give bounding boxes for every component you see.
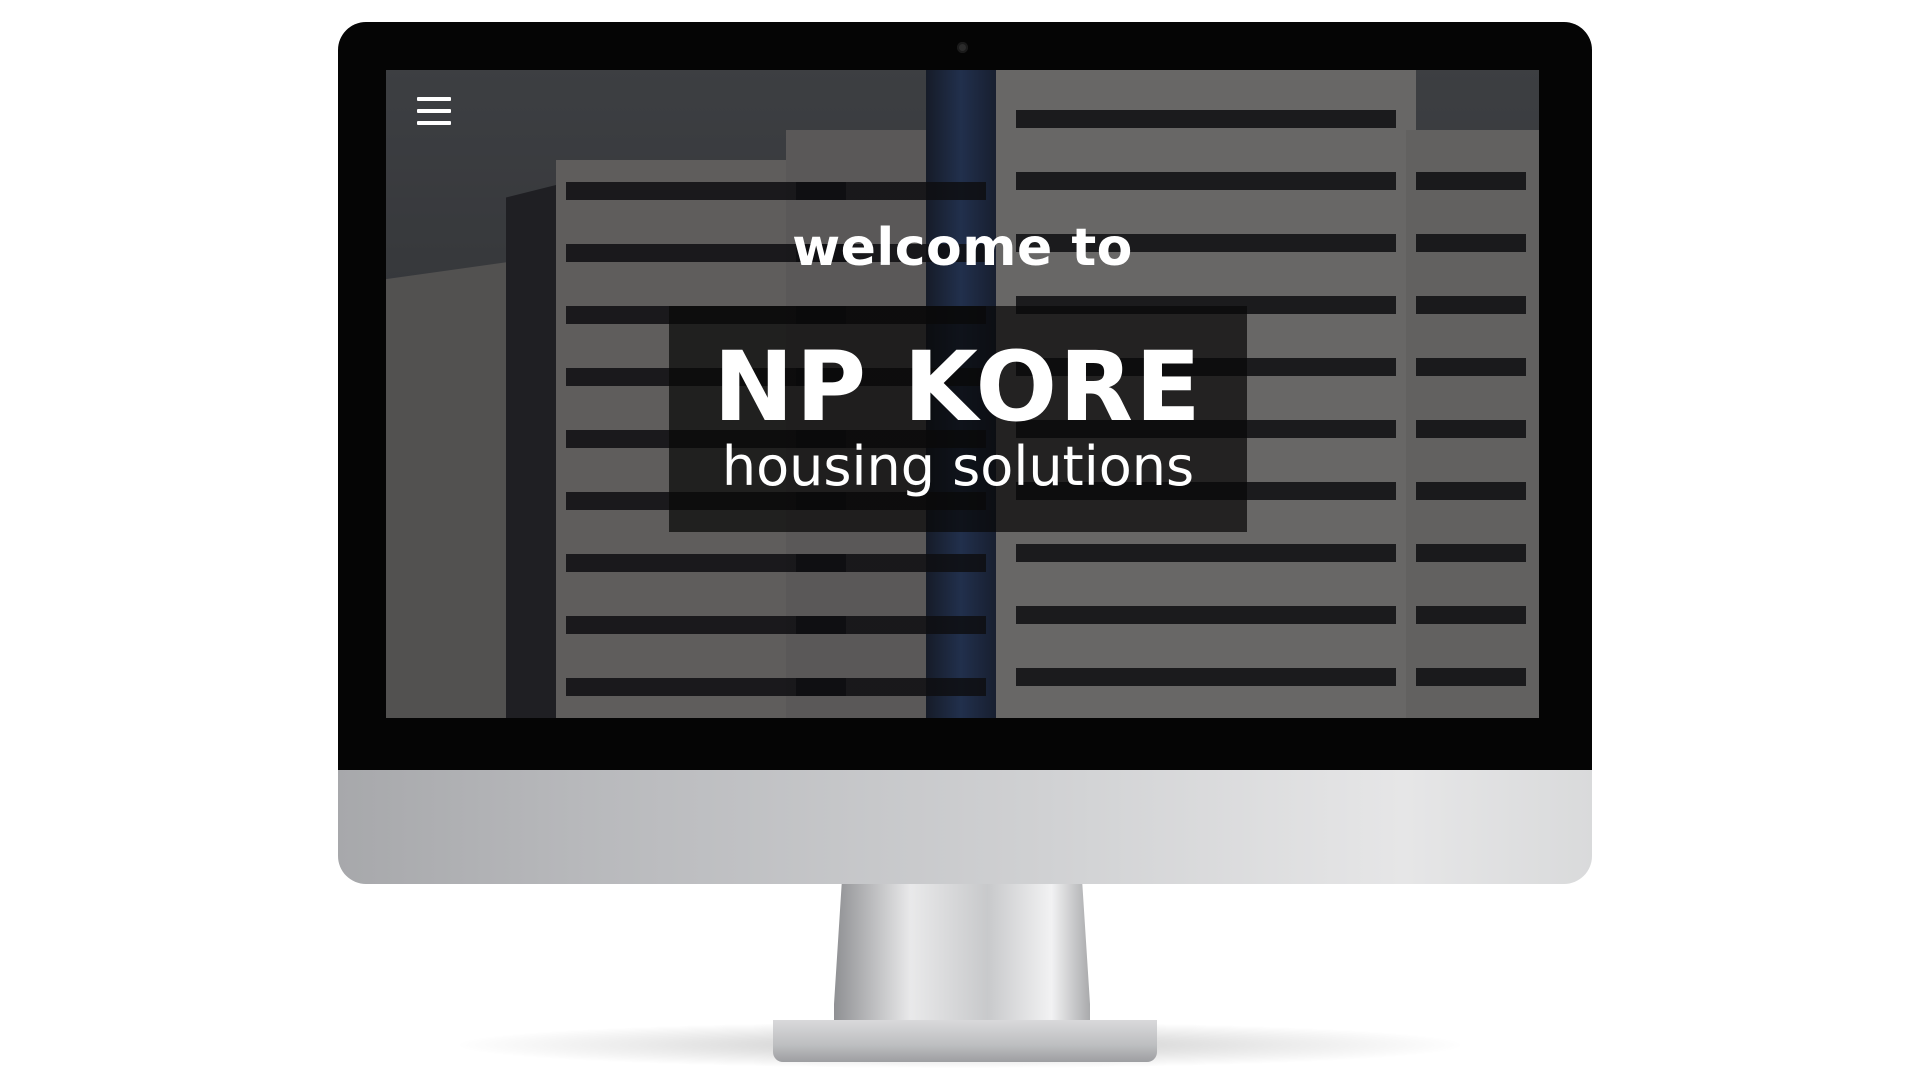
- webcam-icon: [957, 42, 968, 53]
- desktop-monitor-mockup: welcome to NP KORE housing solutions: [0, 0, 1920, 1080]
- monitor-chin: [338, 770, 1592, 884]
- welcome-heading: welcome to: [792, 218, 1133, 278]
- monitor-stand-base: [773, 1020, 1157, 1062]
- brand-title-box: NP KORE housing solutions: [669, 306, 1247, 532]
- hamburger-menu-icon[interactable]: [417, 97, 451, 125]
- website-screen: welcome to NP KORE housing solutions: [386, 70, 1539, 718]
- brand-tagline: housing solutions: [721, 435, 1195, 498]
- monitor-stand-neck: [834, 884, 1090, 1034]
- menu-bar: [417, 121, 451, 125]
- menu-bar: [417, 109, 451, 113]
- brand-name: NP KORE: [713, 331, 1203, 443]
- menu-bar: [417, 97, 451, 101]
